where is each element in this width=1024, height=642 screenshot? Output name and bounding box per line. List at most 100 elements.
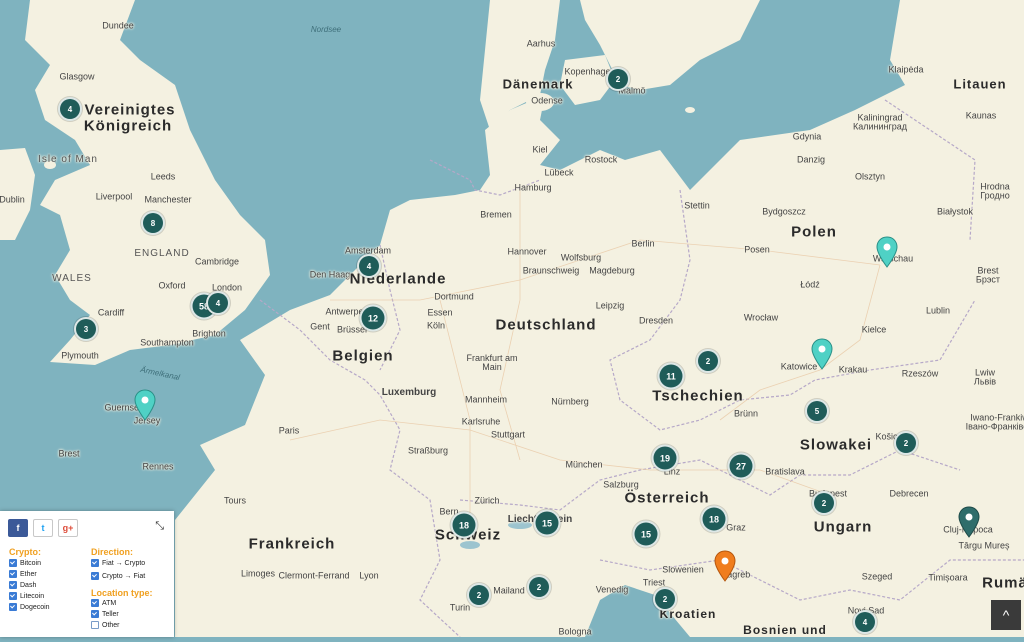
cluster-marker[interactable]: 27 — [727, 452, 755, 480]
city-mailand: Mailand — [493, 585, 525, 596]
city-magdeburg: Magdeburg — [589, 265, 635, 276]
location-option-other[interactable]: Other — [91, 621, 120, 629]
cluster-marker[interactable]: 19 — [651, 444, 679, 472]
city-clermont: Clermont-Ferrand — [278, 570, 350, 581]
city-bruenn: Brünn — [733, 408, 759, 419]
cluster-marker[interactable]: 2 — [696, 349, 720, 373]
region-england: ENGLAND — [134, 248, 190, 259]
cluster-marker[interactable]: 2 — [527, 575, 551, 599]
city-zuerich: Zürich — [474, 495, 500, 506]
checkbox[interactable] — [9, 592, 17, 600]
location-type-title: Location type: — [91, 588, 153, 598]
googleplus-share-icon[interactable]: g+ — [58, 519, 78, 537]
country-bosnien: Bosnien und — [743, 623, 827, 637]
city-kaunas: Kaunas — [965, 110, 997, 121]
checkbox[interactable] — [91, 559, 99, 567]
filter-panel: f t g+ ⤡ Crypto: Bitcoin Ether Dash Lite… — [0, 511, 174, 637]
city-krakau: Krakau — [838, 364, 868, 375]
cluster-marker[interactable]: 12 — [359, 304, 387, 332]
checkbox[interactable] — [9, 581, 17, 589]
checkbox[interactable] — [91, 599, 99, 607]
cluster-marker[interactable]: 4 — [357, 254, 381, 278]
city-olsztyn: Olsztyn — [854, 171, 886, 182]
twitter-share-icon[interactable]: t — [33, 519, 53, 537]
crypto-option-dogecoin[interactable]: Dogecoin — [9, 603, 50, 611]
city-bremen: Bremen — [480, 209, 512, 220]
collapse-arrows-icon[interactable]: ⤡ — [155, 520, 164, 533]
option-label: Litecoin — [20, 592, 45, 600]
direction-option-fiat-to-crypto[interactable]: Fiat → Crypto — [91, 559, 145, 567]
city-gdynia: Gdynia — [792, 131, 822, 142]
cluster-marker[interactable]: 18 — [450, 511, 478, 539]
cluster-marker[interactable]: 4 — [58, 97, 82, 121]
option-label: ATM — [102, 599, 117, 607]
crypto-option-ether[interactable]: Ether — [9, 570, 37, 578]
direction-option-crypto-to-fiat[interactable]: Crypto → Fiat — [91, 572, 145, 580]
cluster-marker[interactable]: 2 — [653, 587, 677, 611]
cluster-marker[interactable]: 11 — [657, 362, 685, 390]
scroll-to-top-button[interactable]: ^ — [991, 600, 1021, 630]
cluster-marker[interactable]: 18 — [700, 505, 728, 533]
city-kielce: Kielce — [861, 324, 887, 335]
checkbox[interactable] — [91, 621, 99, 629]
city-aarhus: Aarhus — [526, 38, 556, 49]
city-bialystok: Białystok — [936, 206, 974, 217]
city-brighton: Brighton — [192, 328, 226, 339]
pin-cluj[interactable] — [958, 506, 980, 538]
city-hamburg: Hamburg — [514, 182, 552, 193]
city-dublin: Dublin — [0, 194, 25, 205]
city-bydgoszcz: Bydgoszcz — [762, 206, 806, 217]
atm-pin-warschau[interactable] — [876, 236, 898, 268]
city-manchester: Manchester — [144, 194, 192, 205]
cluster-marker[interactable]: 2 — [894, 431, 918, 455]
teller-pin-zagreb[interactable] — [714, 550, 736, 582]
cluster-marker[interactable]: 5 — [805, 399, 829, 423]
option-label: Ether — [20, 570, 37, 578]
checkbox[interactable] — [91, 572, 99, 580]
facebook-share-icon[interactable]: f — [8, 519, 28, 537]
city-klaipeda: Klaipėda — [888, 64, 924, 75]
option-label: Fiat → Crypto — [102, 559, 146, 567]
checkbox[interactable] — [9, 603, 17, 611]
checkbox[interactable] — [9, 559, 17, 567]
city-brest-by-cyr: Брэст — [975, 274, 1001, 285]
cluster-marker[interactable]: 4 — [206, 291, 230, 315]
cluster-marker[interactable]: 3 — [74, 317, 98, 341]
city-koeln: Köln — [426, 320, 446, 331]
cluster-marker[interactable]: 15 — [632, 520, 660, 548]
crypto-option-dash[interactable]: Dash — [9, 581, 36, 589]
country-oesterreich: Österreich — [624, 489, 710, 507]
cluster-marker[interactable]: 2 — [606, 67, 630, 91]
checkbox[interactable] — [91, 610, 99, 618]
city-oxford: Oxford — [158, 280, 186, 291]
city-mannheim: Mannheim — [464, 394, 508, 405]
location-option-teller[interactable]: Teller — [91, 610, 119, 618]
country-ungarn: Ungarn — [813, 518, 873, 536]
city-tours: Tours — [223, 495, 247, 506]
city-cardiff: Cardiff — [97, 307, 125, 318]
city-dresden: Dresden — [638, 315, 674, 326]
city-strassburg: Straßburg — [407, 445, 449, 456]
city-liverpool: Liverpool — [95, 191, 133, 202]
cluster-marker[interactable]: 4 — [853, 610, 877, 634]
country-slowenien: Slowenien — [662, 564, 704, 575]
crypto-option-bitcoin[interactable]: Bitcoin — [9, 559, 41, 567]
city-debrecen: Debrecen — [889, 488, 929, 499]
cluster-marker[interactable]: 8 — [141, 211, 165, 235]
atm-pin-jersey[interactable] — [134, 389, 156, 421]
cluster-marker[interactable]: 2 — [467, 583, 491, 607]
option-label: Crypto → Fiat — [102, 572, 146, 580]
city-lublin: Lublin — [925, 305, 951, 316]
option-label: Teller — [102, 610, 119, 618]
city-triest: Triest — [642, 577, 666, 588]
checkbox[interactable] — [9, 570, 17, 578]
atm-pin-katowice[interactable] — [811, 338, 833, 370]
city-hannover: Hannover — [507, 246, 547, 257]
crypto-option-litecoin[interactable]: Litecoin — [9, 592, 44, 600]
cluster-marker[interactable]: 15 — [533, 509, 561, 537]
location-option-atm[interactable]: ATM — [91, 599, 116, 607]
city-danzig: Danzig — [796, 154, 826, 165]
cluster-marker[interactable]: 2 — [812, 491, 836, 515]
city-luxemburg: Luxemburg — [381, 387, 437, 398]
city-muenchen: München — [565, 459, 603, 470]
